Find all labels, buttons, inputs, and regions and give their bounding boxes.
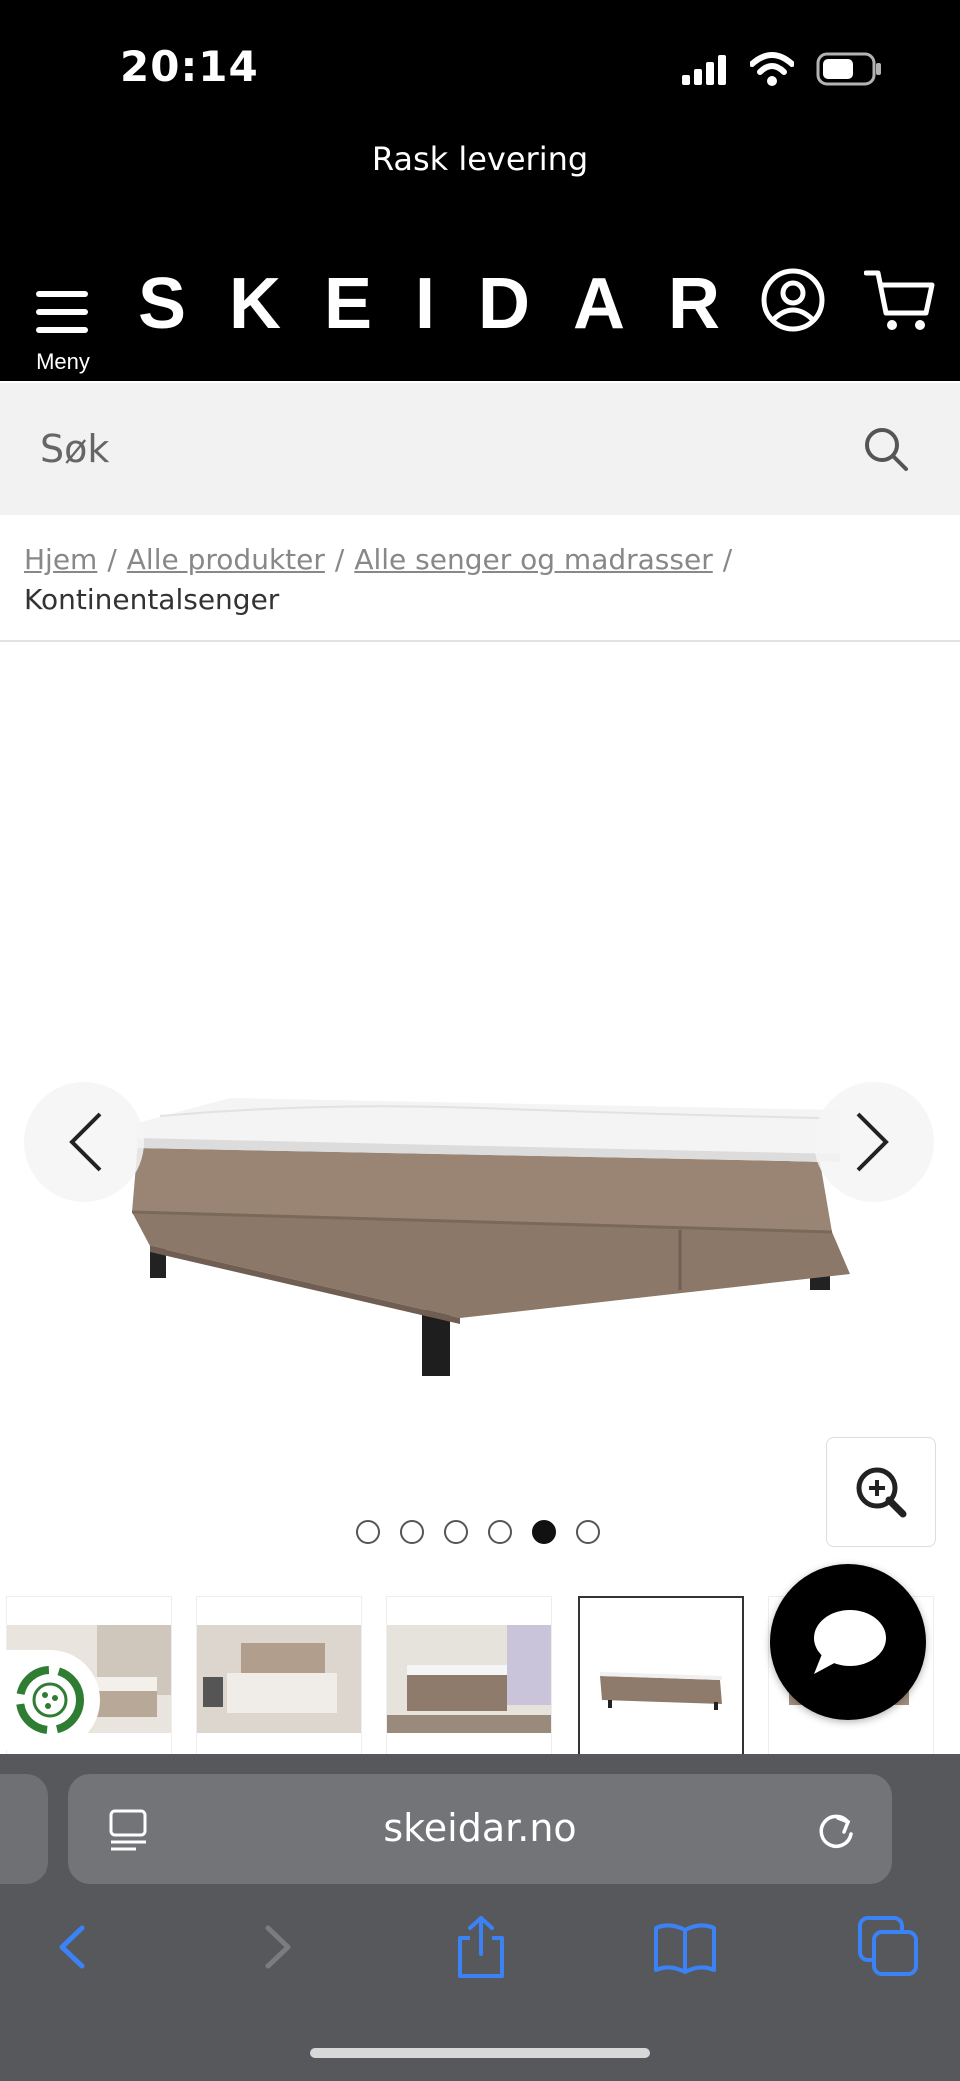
search-input[interactable] xyxy=(40,417,820,481)
menu-button[interactable]: Meny xyxy=(28,265,98,374)
hamburger-icon-line xyxy=(36,309,88,315)
zoom-in-icon xyxy=(856,1467,907,1518)
gallery-pagination xyxy=(356,1520,600,1544)
battery-icon xyxy=(816,52,881,86)
bookmarks-icon[interactable] xyxy=(652,1914,718,1980)
hamburger-icon xyxy=(36,291,88,297)
hamburger-icon-line xyxy=(36,327,88,333)
url-text: skeidar.no xyxy=(383,1806,577,1850)
site-header: Meny SKEIDAR xyxy=(0,245,960,381)
gallery-dot[interactable] xyxy=(444,1520,468,1544)
browser-chrome: skeidar.no xyxy=(0,1754,960,2081)
zoom-button[interactable] xyxy=(826,1437,936,1547)
status-time: 20:14 xyxy=(120,42,259,91)
breadcrumb-current: Kontinentalsenger xyxy=(24,583,280,616)
breadcrumb-link-all-products[interactable]: Alle produkter xyxy=(127,543,325,576)
breadcrumb-separator: / xyxy=(334,543,345,576)
chevron-right-icon xyxy=(856,1112,889,1172)
gallery-dot[interactable] xyxy=(488,1520,512,1544)
chat-button[interactable] xyxy=(770,1564,926,1720)
gallery-dot-active[interactable] xyxy=(532,1520,556,1544)
breadcrumb-separator: / xyxy=(722,543,733,576)
search-bar xyxy=(0,383,960,515)
thumbnail-image xyxy=(580,1626,742,1734)
thumbnail-image xyxy=(197,1625,361,1733)
gallery-dot[interactable] xyxy=(356,1520,380,1544)
tabs-icon[interactable] xyxy=(856,1914,922,1980)
next-image-button[interactable] xyxy=(814,1082,934,1202)
breadcrumb: Hjem / Alle produkter / Alle senger og madra… xyxy=(24,540,944,620)
share-icon[interactable] xyxy=(448,1914,514,1980)
breadcrumb-link-beds-mattresses[interactable]: Alle senger og madrasser xyxy=(354,543,712,576)
search-icon[interactable] xyxy=(862,425,910,473)
home-indicator xyxy=(310,2048,650,2058)
wifi-icon xyxy=(750,52,794,86)
account-icon[interactable] xyxy=(760,267,826,333)
address-bar[interactable]: skeidar.no xyxy=(68,1774,892,1884)
promo-banner: Rask levering xyxy=(371,140,589,178)
breadcrumb-link-home[interactable]: Hjem xyxy=(24,543,97,576)
thumbnail-image xyxy=(387,1625,551,1733)
gallery-dot[interactable] xyxy=(576,1520,600,1544)
thumbnail[interactable] xyxy=(386,1596,552,1754)
thumbnail[interactable] xyxy=(196,1596,362,1754)
previous-tab-preview[interactable] xyxy=(0,1774,48,1884)
skeidar-logo[interactable]: SKEIDAR xyxy=(138,263,763,345)
chevron-left-icon xyxy=(69,1112,102,1172)
gallery-dot[interactable] xyxy=(400,1520,424,1544)
thumbnail-selected[interactable] xyxy=(578,1596,744,1754)
chat-bubble-icon xyxy=(814,1610,886,1674)
prev-image-button[interactable] xyxy=(24,1082,144,1202)
breadcrumb-separator: / xyxy=(107,543,117,576)
recycle-icon xyxy=(16,1666,84,1734)
status-icons xyxy=(680,52,882,86)
cart-icon[interactable] xyxy=(864,267,936,333)
product-image xyxy=(131,1098,850,1376)
forward-icon[interactable] xyxy=(244,1914,310,1980)
status-bar: 20:14 xyxy=(0,0,960,140)
product-gallery xyxy=(0,642,960,1602)
menu-label: Meny xyxy=(36,349,90,374)
sustainability-badge[interactable] xyxy=(0,1650,100,1750)
reload-icon[interactable] xyxy=(814,1808,858,1852)
back-icon[interactable] xyxy=(40,1914,106,1980)
cellular-signal-icon xyxy=(682,55,726,85)
